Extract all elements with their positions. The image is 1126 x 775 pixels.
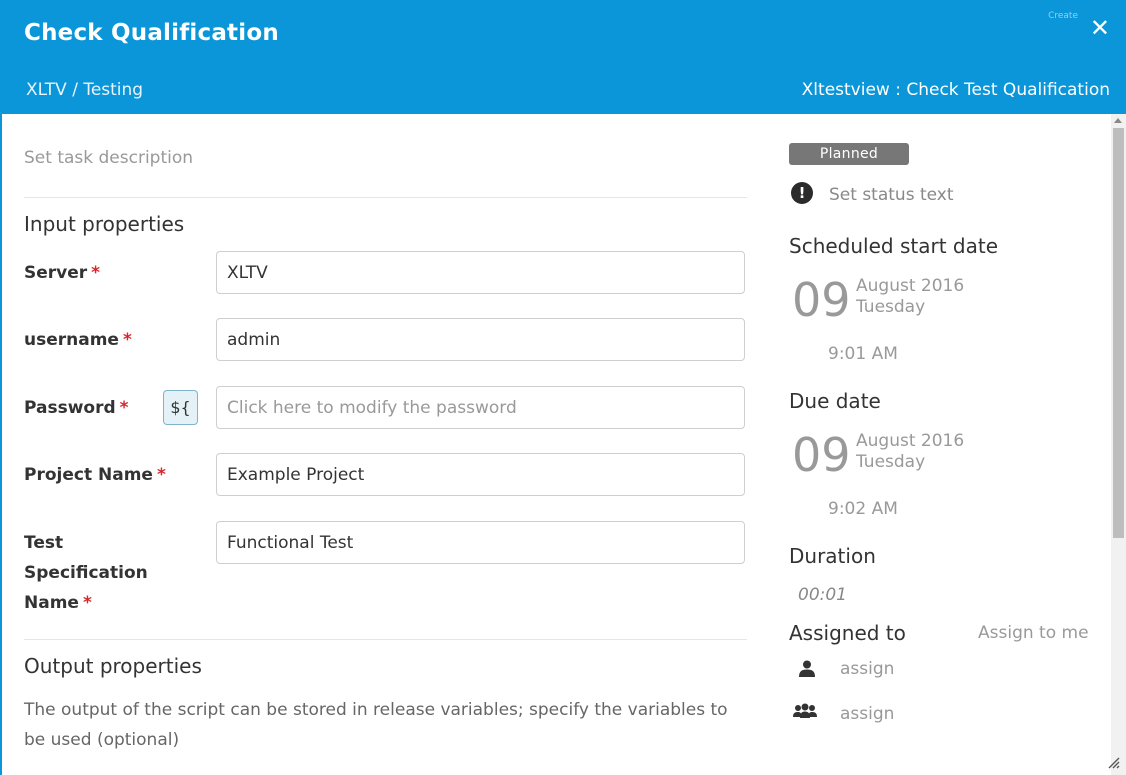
output-properties-description: The output of the script can be stored i…: [24, 700, 728, 750]
scheduled-start-heading: Scheduled start date: [789, 234, 998, 258]
username-label: username *: [24, 325, 132, 355]
exclamation-circle-icon: !: [791, 182, 813, 204]
scroll-up-arrow-icon[interactable]: [1114, 118, 1122, 123]
required-marker: *: [119, 398, 129, 418]
task-type-label: Xltestview : Check Test Qualification: [801, 80, 1110, 100]
project-name-label: Project Name *: [24, 460, 166, 490]
label-line: Name *: [24, 588, 148, 618]
assign-to-me-link[interactable]: Assign to me: [978, 623, 1089, 643]
required-marker: *: [82, 593, 92, 613]
due-time[interactable]: 9:02 AM: [828, 499, 898, 519]
close-icon[interactable]: ✕: [1090, 14, 1110, 42]
breadcrumb: XLTV / Testing: [26, 80, 144, 100]
duration-value[interactable]: 00:01: [798, 585, 847, 605]
server-label: Server *: [24, 258, 100, 288]
password-input[interactable]: Click here to modify the password: [216, 386, 745, 429]
resize-handle-icon[interactable]: [1108, 757, 1120, 769]
label-line-text: Name: [24, 593, 79, 613]
duration-heading: Duration: [789, 544, 876, 568]
header-faint-text: Create: [1048, 11, 1078, 21]
divider: [24, 197, 747, 198]
test-specification-name-label: Test Specification Name *: [24, 528, 148, 618]
label-line: Specification: [24, 563, 148, 583]
input-properties-title: Input properties: [24, 212, 185, 236]
password-label: Password *: [24, 393, 129, 423]
start-day[interactable]: 09: [792, 275, 851, 325]
due-date-heading: Due date: [789, 389, 881, 413]
user-icon: [799, 660, 815, 677]
vertical-scrollbar[interactable]: [1111, 114, 1126, 775]
project-name-label-text: Project Name: [24, 465, 153, 485]
divider: [24, 639, 747, 640]
project-name-input[interactable]: Example Project: [216, 453, 745, 496]
username-input[interactable]: admin: [216, 318, 745, 361]
server-input[interactable]: XLTV: [216, 251, 745, 294]
start-time[interactable]: 9:01 AM: [828, 344, 898, 364]
dialog-header: Check Qualification Create ✕ XLTV / Test…: [0, 0, 1126, 114]
status-text-field[interactable]: Set status text: [829, 185, 954, 205]
label-line: Test: [24, 533, 64, 553]
start-month-year: August 2016: [856, 276, 965, 296]
required-marker: *: [122, 330, 132, 350]
password-label-text: Password: [24, 398, 116, 418]
due-day[interactable]: 09: [792, 430, 851, 480]
test-specification-name-input[interactable]: Functional Test: [216, 521, 745, 564]
due-weekday: Tuesday: [856, 452, 926, 472]
scroll-thumb[interactable]: [1113, 128, 1124, 538]
required-marker: *: [91, 263, 101, 283]
assigned-to-heading: Assigned to: [789, 621, 906, 645]
start-weekday: Tuesday: [856, 297, 926, 317]
status-badge: Planned: [789, 143, 909, 165]
required-marker: *: [156, 465, 166, 485]
team-icon: [793, 703, 817, 718]
task-description-field[interactable]: Set task description: [24, 148, 193, 168]
username-label-text: username: [24, 330, 119, 350]
server-label-text: Server: [24, 263, 88, 283]
due-month-year: August 2016: [856, 431, 965, 451]
left-edge-border: [0, 114, 2, 775]
output-properties-title: Output properties: [24, 654, 202, 678]
variable-toggle-button[interactable]: ${: [163, 390, 198, 425]
assign-team-link[interactable]: assign: [840, 704, 894, 724]
dialog-title: Check Qualification: [24, 20, 279, 46]
assign-user-link[interactable]: assign: [840, 659, 894, 679]
